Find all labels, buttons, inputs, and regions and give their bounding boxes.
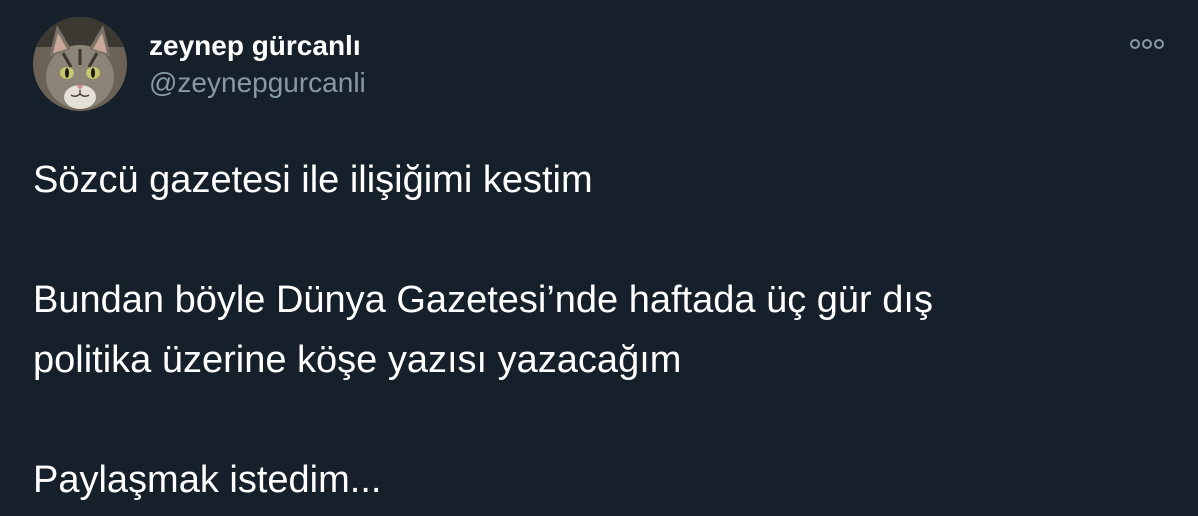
line-break — [33, 210, 1163, 270]
more-options-icon[interactable] — [1128, 32, 1166, 56]
tweet-line: Paylaşmak istedim... — [33, 459, 382, 501]
tweet-line: Bundan böyle Dünya Gazetesi’nde haftada … — [33, 279, 933, 321]
tweet-card: zeynep gürcanlı @zeynepgurcanli Sözcü ga… — [0, 0, 1198, 516]
tweet-line: politika üzerine köşe yazısı yazacağım — [33, 339, 682, 381]
line-break — [33, 390, 1163, 450]
user-display-name[interactable]: zeynep gürcanlı — [149, 29, 361, 63]
user-handle[interactable]: @zeynepgurcanli — [149, 66, 366, 100]
tweet-text: Sözcü gazetesi ile ilişiğimi kestim Bund… — [33, 150, 1163, 510]
cat-avatar-icon[interactable] — [33, 17, 127, 111]
tweet-line: Sözcü gazetesi ile ilişiğimi kestim — [33, 159, 593, 201]
